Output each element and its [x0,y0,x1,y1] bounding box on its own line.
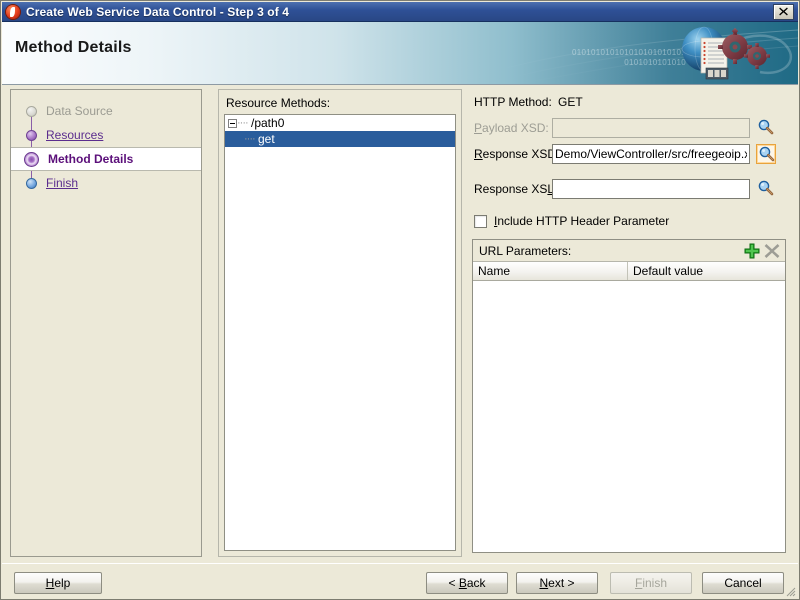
url-parameters-table-header: Name Default value [473,262,785,281]
banner: Method Details 010101010101010101010101 … [2,22,798,85]
wizard-steps-panel: Data Source Resources Method Details Fin… [10,89,202,557]
globe-document-gears-graphic [498,26,798,84]
response-xsd-browse-button[interactable] [756,144,776,164]
url-parameters-table-body[interactable] [473,281,785,551]
finish-button[interactable]: Finish [610,572,692,594]
response-xsd-row: Response XSD: [474,144,776,164]
add-parameter-button[interactable] [743,242,761,260]
payload-xsd-label: Payload XSD: [474,121,549,135]
sidebar-item-data-source: Data Source [11,99,201,123]
back-label: < Back [448,576,486,590]
sidebar-item-label: Data Source [46,104,113,118]
tree-node-path0[interactable]: ···· /path0 [225,115,455,131]
step-bullet-icon [26,105,37,117]
url-parameters-panel: URL Parameters: Name Default value [472,239,786,553]
url-parameters-title: URL Parameters: [479,243,572,258]
gray-x-icon [764,243,780,258]
response-xsl-browse-button[interactable] [756,179,776,199]
column-header-default-value[interactable]: Default value [628,262,785,280]
collapse-icon[interactable] [228,118,237,128]
finish-label: Finish [634,576,668,590]
method-details-panel: HTTP Method: GET Payload XSD: Response X… [468,89,790,557]
step-bullet-icon [26,129,37,141]
tree-connector-dots: ···· [237,117,249,129]
tree-node-label: get [258,132,275,146]
resource-methods-tree[interactable]: ···· /path0 ···· get [224,114,456,551]
wizard-steps-list: Data Source Resources Method Details Fin… [11,90,201,195]
include-http-header-checkbox[interactable] [474,214,487,228]
include-http-header-row[interactable]: Include HTTP Header Parameter [474,214,669,228]
help-button[interactable]: Help [14,572,102,594]
window-title: Create Web Service Data Control - Step 3… [26,4,290,19]
close-glyph [779,7,788,16]
payload-xsd-browse-button[interactable] [756,118,776,138]
dialog-footer: Help < Back Next > Finish Cancel [2,563,798,599]
cancel-button[interactable]: Cancel [702,572,784,594]
response-xsl-input[interactable] [552,179,750,199]
dialog-window: Create Web Service Data Control - Step 3… [0,0,800,600]
step-bullet-icon [24,151,39,167]
page-title: Method Details [15,39,132,56]
sidebar-item-label: Finish [46,176,79,190]
payload-xsd-input[interactable] [552,118,750,138]
response-xsd-input[interactable] [552,144,750,164]
close-icon[interactable] [773,3,794,20]
next-label: Next > [539,576,575,590]
response-xsl-row: Response XSL: [474,179,776,199]
green-plus-icon [744,243,760,258]
delete-parameter-button[interactable] [763,242,781,260]
tree-connector-dots: ···· [244,133,256,145]
back-button[interactable]: < Back [426,572,508,594]
oracle-jdeveloper-icon [6,4,20,19]
magnifier-icon [758,180,774,196]
payload-xsd-row: Payload XSD: [474,118,776,138]
resize-grip-icon[interactable] [784,585,796,597]
sidebar-item-resources[interactable]: Resources [11,123,201,147]
http-method-row: HTTP Method: GET [474,92,583,112]
step-bullet-icon [26,177,37,189]
response-xsl-label: Response XSL: [474,182,557,196]
magnifier-icon [759,146,775,162]
http-method-label: HTTP Method: [474,95,552,109]
resource-methods-label: Resource Methods: [226,96,331,110]
magnifier-icon [758,119,774,135]
include-http-header-label: Include HTTP Header Parameter [494,214,670,228]
http-method-value: GET [558,95,583,109]
sidebar-item-label: Method Details [48,152,134,166]
help-label: Help [45,576,71,590]
sidebar-item-method-details[interactable]: Method Details [11,147,201,171]
title-bar: Create Web Service Data Control - Step 3… [2,2,798,22]
response-xsd-label: Response XSD: [474,147,560,161]
sidebar-item-label: Resources [46,128,104,142]
cancel-label: Cancel [724,576,762,590]
resource-methods-panel: Resource Methods: ···· /path0 ···· get [218,89,462,557]
tree-node-get[interactable]: ···· get [225,131,455,147]
next-button[interactable]: Next > [516,572,598,594]
column-header-name[interactable]: Name [473,262,628,280]
tree-node-label: /path0 [251,116,285,130]
url-parameters-toolbar: URL Parameters: [473,240,785,262]
sidebar-item-finish[interactable]: Finish [11,171,201,195]
content-area: Data Source Resources Method Details Fin… [2,85,798,563]
